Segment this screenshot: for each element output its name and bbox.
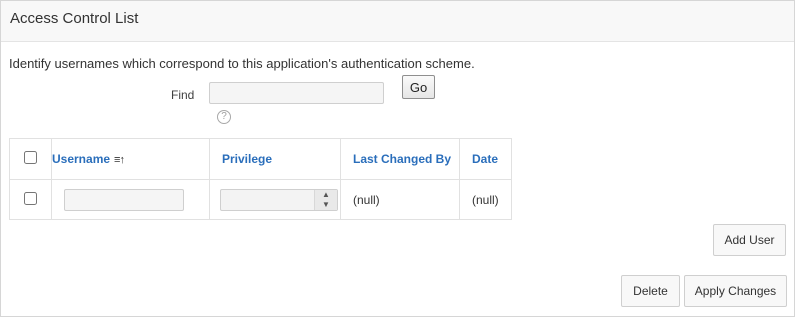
find-label: Find [171,88,195,102]
privilege-select[interactable]: ▲ ▼ [220,188,338,211]
date-header-label[interactable]: Date [460,152,511,166]
add-user-button[interactable]: Add User [713,224,786,256]
last-changed-by-header[interactable]: Last Changed By [340,138,460,180]
date-cell: (null) [459,179,512,220]
intro-text: Identify usernames which correspond to t… [9,56,475,71]
privilege-header[interactable]: Privilege [209,138,341,180]
row-select-cell [9,179,52,220]
apply-changes-button[interactable]: Apply Changes [684,275,787,307]
date-value: (null) [472,192,499,207]
last-changed-by-value: (null) [353,192,380,207]
table-header-row: Username ≡↑ Privilege Last Changed By Dat… [9,138,512,180]
acl-table: Username ≡↑ Privilege Last Changed By Dat… [9,138,512,220]
username-input[interactable] [64,188,184,211]
go-button[interactable]: Go [402,75,435,99]
username-cell [51,179,210,220]
select-arrows-icon: ▲ ▼ [314,189,337,210]
username-header-label[interactable]: Username [52,152,110,166]
row-checkbox[interactable] [24,191,37,205]
select-all-checkbox[interactable] [24,151,37,164]
region-title: Access Control List [10,10,139,27]
find-input[interactable] [209,82,384,104]
help-icon[interactable]: ? [217,110,231,124]
region-header: Access Control List [1,1,794,42]
privilege-cell: ▲ ▼ [209,179,341,220]
delete-button[interactable]: Delete [621,275,680,307]
table-row: ▲ ▼ (null) (null) [9,179,512,220]
date-header[interactable]: Date [459,138,512,180]
last-changed-by-header-label[interactable]: Last Changed By [341,152,459,166]
select-all-cell [9,138,52,180]
privilege-header-label[interactable]: Privilege [210,152,340,166]
last-changed-by-cell: (null) [340,179,460,220]
sort-ascending-icon: ≡↑ [114,154,125,166]
username-header[interactable]: Username ≡↑ [51,138,210,180]
